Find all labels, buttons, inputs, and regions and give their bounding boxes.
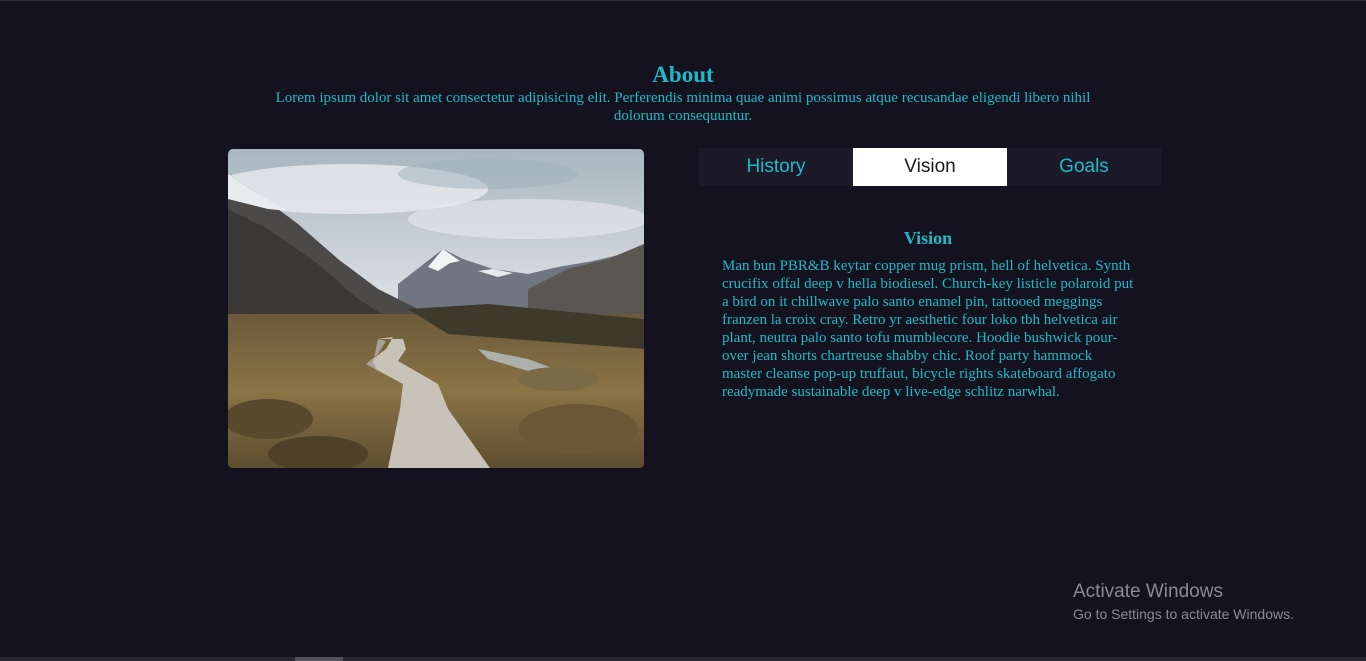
landscape-image: [228, 149, 644, 468]
scrollbar-thumb[interactable]: [295, 657, 343, 661]
panel-text: Man bun PBR&B keytar copper mug prism, h…: [722, 258, 1134, 400]
about-header: About Lorem ipsum dolor sit amet consect…: [233, 61, 1133, 125]
panel-title: Vision: [903, 228, 953, 248]
intro-text: Lorem ipsum dolor sit amet consectetur a…: [275, 90, 1091, 124]
tab-goals[interactable]: Goals: [1007, 148, 1161, 186]
watermark-title: Activate Windows: [1073, 581, 1223, 602]
page-title: About: [652, 62, 714, 87]
watermark-subtitle: Go to Settings to activate Windows.: [1073, 606, 1294, 622]
tab-bar: History Vision Goals: [699, 148, 1161, 186]
tab-panel: Vision Man bun PBR&B keytar copper mug p…: [722, 227, 1134, 401]
tab-vision[interactable]: Vision: [853, 148, 1007, 186]
horizontal-scrollbar[interactable]: [0, 657, 1366, 661]
top-border: [0, 0, 1366, 1]
activation-watermark: Activate Windows Go to Settings to activ…: [1073, 580, 1294, 624]
tab-history[interactable]: History: [699, 148, 853, 186]
